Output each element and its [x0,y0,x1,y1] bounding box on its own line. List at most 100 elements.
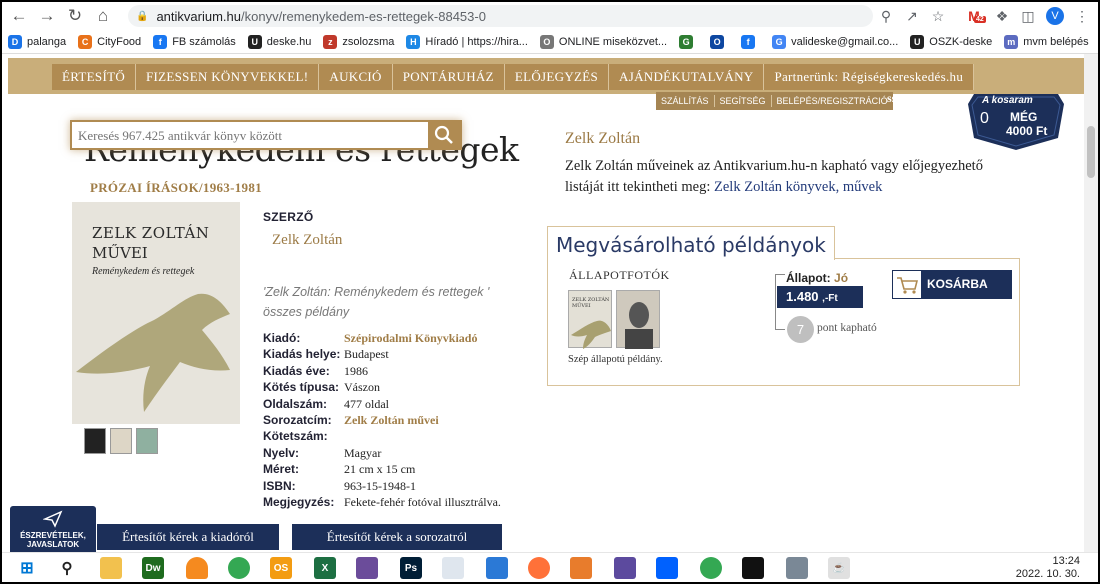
bookmark-item[interactable]: f FB számolás [147,30,242,54]
windows-start-icon[interactable]: ⊞ [16,557,38,579]
author-link[interactable]: Zelk Zoltán [272,232,342,249]
detail-label: ISBN: [263,478,296,493]
back-icon[interactable]: ← [8,5,30,27]
file-explorer-icon[interactable] [100,557,122,579]
document-icon[interactable] [442,557,464,579]
sidepanel-icon[interactable]: ◫ [1018,6,1038,26]
bookmark-favicon-icon: f [741,34,756,49]
home-icon[interactable]: ⌂ [92,5,114,27]
nav-item[interactable]: AUKCIÓ [319,64,393,90]
reload-icon[interactable]: ↻ [64,5,86,27]
extensions-icon[interactable]: ❖ [992,6,1012,26]
bookmark-item[interactable]: Gvalideske@gmail.co... [766,30,904,54]
search-button[interactable] [428,122,460,148]
detail-value: Budapest [344,347,389,362]
url-host: antikvarium.hu [156,8,241,24]
sub-nav-item[interactable]: BELÉPÉS/REGISZTRÁCIÓ [772,95,893,107]
detail-value[interactable]: Szépirodalmi Könyvkiadó [344,330,477,346]
bookmark-item[interactable]: O ONLINE miseközvet... [534,30,673,54]
gmail-icon[interactable]: M42 [964,6,986,26]
detail-value[interactable]: Zelk Zoltán művei [344,412,439,428]
detail-row: ISBN: 963-15-1948-1 [263,478,501,494]
bookmark-item[interactable]: m mvm belépés [998,30,1094,54]
media-player-icon[interactable] [570,557,592,579]
notify-publisher-button[interactable]: Értesítőt kérek a kiadóról [97,524,279,550]
bookmark-label: CityFood [97,35,142,48]
star-icon[interactable]: ☆ [928,6,948,26]
search-taskbar-icon[interactable]: ⚲ [56,557,78,579]
all-copies-link[interactable]: 'Zelk Zoltán: Reménykedem és rettegek ' … [263,282,528,322]
feedback-button[interactable]: ÉSZREVÉTELEK, JAVASLATOK [10,506,96,552]
bookmark-favicon-icon: z [323,34,338,49]
nav-item[interactable]: FIZESSEN KÖNYVEKKEL! [136,64,320,90]
detail-label: Kötés típusa: [263,380,340,395]
forward-icon[interactable]: → [36,5,58,27]
key-icon[interactable]: ⚲ [876,6,896,26]
java-icon[interactable]: ☕ [828,557,850,579]
notify-series-button[interactable]: Értesítőt kérek a sorozatról [292,524,502,550]
vlc-icon[interactable] [186,557,208,579]
author-books-link[interactable]: Zelk Zoltán könyvek, művek [714,179,882,195]
save-icon[interactable] [614,557,636,579]
bookmark-item[interactable]: C CityFood [72,30,147,54]
share-icon[interactable]: ↗ [902,6,922,26]
nav-item[interactable]: AJÁNDÉKUTALVÁNY [609,64,765,90]
add-to-cart-button[interactable]: KOSÁRBA [892,270,1012,299]
firefox-icon[interactable] [528,557,550,579]
dreamweaver-icon[interactable]: Dw [142,557,164,579]
profile-avatar[interactable]: V [1046,7,1064,25]
address-bar[interactable]: 🔒 antikvarium.hu/konyv/remenykedem-es-re… [128,5,873,27]
bookmarks-bar: Dpalanga C CityFood f FB számolás Udeske.hu z z… [2,30,1098,54]
thumbnail-3[interactable] [136,428,158,454]
page-content: ÉRTESÍTŐ FIZESSEN KÖNYVEKKEL! AUKCIÓ PONTÁR… [2,54,1098,552]
cart-widget[interactable]: A kosaram 0 MÉG 4000 Ft [968,94,1064,150]
menu-icon[interactable]: ⋮ [1072,6,1092,26]
scrollbar-thumb[interactable] [1087,126,1095,178]
bookmark-item[interactable]: U OSZK-deske [904,30,998,54]
sub-nav-item[interactable]: SEGÍTSÉG [715,95,772,107]
paint-icon[interactable] [486,557,508,579]
cart-line1: MÉG [1010,110,1038,124]
network-icon[interactable] [786,557,808,579]
nav-item[interactable]: ELŐJEGYZÉS [504,64,610,90]
condition-photo-1[interactable]: ZELK ZOLTÁN MŰVEI [568,290,612,349]
search-input[interactable] [78,126,428,146]
author-description: Zelk Zoltán műveinek az Antikvarium.hu-n… [565,156,985,198]
bookmark-item[interactable]: O [704,30,735,54]
bookmark-item[interactable]: Dpalanga [2,30,72,54]
bookmark-item[interactable]: Udeske.hu [242,30,318,54]
detail-value: Magyar [344,445,382,460]
bookmark-favicon-icon: U [247,34,262,49]
price: 1.480 ,-Ft [777,286,863,308]
dropbox-icon[interactable] [656,557,678,579]
thumbnail-1[interactable] [84,428,106,454]
detail-label: Kiadás éve: [263,363,330,378]
bookmark-favicon-icon: C [78,34,93,49]
system-clock[interactable]: 13:24 2022. 10. 30. [1016,555,1080,581]
bookmark-item[interactable]: H Híradó | https://hira... [400,30,534,54]
chrome-icon[interactable] [228,557,250,579]
bookmark-item[interactable]: f [735,30,766,54]
bookmark-label: palanga [27,35,67,48]
page-scrollbar[interactable] [1084,54,1098,552]
book-cover-image[interactable]: ZELK ZOLTÁN MŰVEI Reménykedem és rettege… [72,202,240,424]
sub-nav-item[interactable]: SZÁLLÍTÁS [656,95,715,107]
nav-item[interactable]: PONTÁRUHÁZ [392,64,505,90]
detail-row: Kiadó: Szépirodalmi Könyvkiadó [263,330,501,346]
excel-icon[interactable]: X [314,557,336,579]
detail-value: 963-15-1948-1 [344,478,416,493]
chrome-active-icon[interactable] [700,557,722,579]
bookmark-item[interactable]: G [673,30,704,54]
thumbnail-2[interactable] [110,428,132,454]
photoshop-icon[interactable]: Ps [400,557,422,579]
sub-menu: SZÁLLÍTÁS SEGÍTSÉG BELÉPÉS/REGISZTRÁCIÓ [656,92,893,110]
nav-item[interactable]: ÉRTESÍTŐ [52,64,137,90]
floppy-icon[interactable] [356,557,378,579]
bookmark-item[interactable]: z zsolozsma [317,30,400,54]
nav-item[interactable]: Partnerünk: Régiségkereskedés.hu [764,64,975,90]
detail-row: Kötetszám: [263,428,501,444]
condition-photo-2[interactable] [616,290,660,349]
app-icon-os[interactable]: OS [270,557,292,579]
bookmarks-overflow-icon[interactable]: » [1095,30,1098,54]
terminal-icon[interactable] [742,557,764,579]
